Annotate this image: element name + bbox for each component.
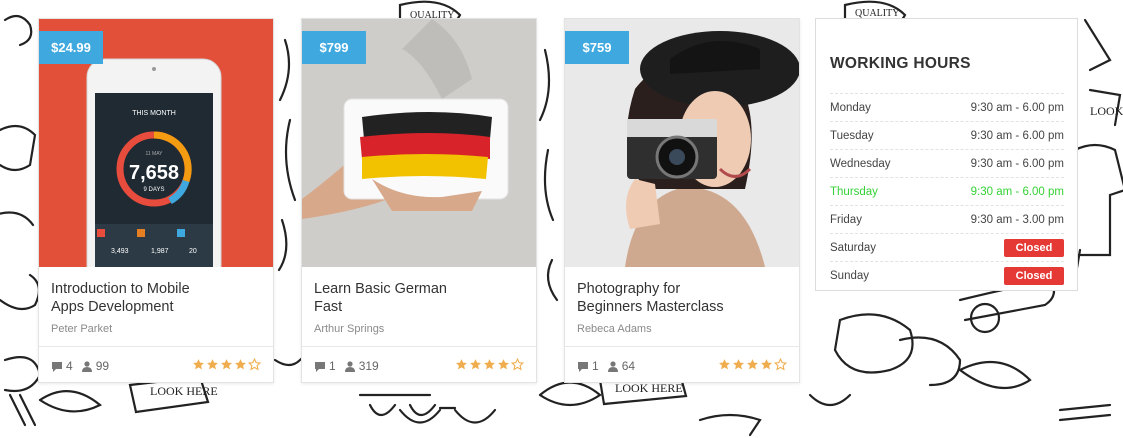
comment-icon — [52, 361, 62, 372]
hours-day: Friday — [830, 213, 862, 226]
course-title-line: Beginners Masterclass — [577, 299, 724, 315]
course-author[interactable]: Rebeca Adams — [577, 323, 652, 335]
students-count: 99 — [95, 359, 110, 373]
svg-text:7,658: 7,658 — [129, 162, 179, 184]
hours-day: Monday — [830, 101, 871, 114]
students-count: 319 — [358, 359, 379, 373]
hours-time: 9:30 am - 6.00 pm — [970, 157, 1064, 170]
comment-icon — [578, 361, 588, 372]
rating-stars — [718, 358, 787, 371]
course-title[interactable]: Learn Basic German Fast — [314, 280, 524, 316]
hours-row-saturday: Saturday Closed — [830, 233, 1064, 261]
hours-time: 9:30 am - 6.00 pm — [970, 129, 1064, 142]
course-title-line: Photography for — [577, 281, 681, 297]
students-stat: 319 — [344, 359, 379, 373]
comments-stat: 1 — [577, 359, 599, 373]
course-author[interactable]: Peter Parket — [51, 323, 112, 335]
card-divider — [565, 346, 799, 347]
hours-day: Thursday — [830, 185, 878, 198]
card-divider — [302, 346, 536, 347]
star-icon — [774, 358, 787, 371]
svg-text:LOOK HERE: LOOK HERE — [615, 381, 683, 395]
comments-count: 4 — [66, 359, 73, 373]
course-title[interactable]: Photography for Beginners Masterclass — [577, 280, 787, 316]
hours-time: 9:30 am - 6.00 pm — [970, 101, 1064, 114]
star-icon — [747, 359, 758, 370]
comment-icon — [315, 361, 325, 372]
working-hours-table: Monday 9:30 am - 6.00 pm Tuesday 9:30 am - … — [830, 93, 1064, 289]
course-stats: 1 319 — [314, 359, 379, 373]
rating-stars — [455, 358, 524, 371]
price-tag: $799 — [302, 31, 366, 64]
hours-row-tuesday: Tuesday 9:30 am - 6.00 pm — [830, 121, 1064, 149]
svg-text:LOOK HERE: LOOK HERE — [150, 384, 218, 398]
comments-stat: 4 — [51, 359, 73, 373]
hours-time: 9:30 am - 3.00 pm — [970, 213, 1064, 226]
course-title[interactable]: Introduction to Mobile Apps Development — [51, 280, 261, 316]
hours-day: Saturday — [830, 241, 877, 254]
star-icon — [221, 359, 232, 370]
course-title-line: Fast — [314, 299, 343, 315]
students-stat: 99 — [81, 359, 109, 373]
star-icon — [498, 359, 509, 370]
svg-text:LOOK: LOOK — [1090, 104, 1123, 118]
hours-row-monday: Monday 9:30 am - 6.00 pm — [830, 93, 1064, 121]
price-tag: $759 — [565, 31, 629, 64]
course-stats: 4 99 — [51, 359, 109, 373]
phone-header-text: THIS MONTH — [132, 110, 176, 117]
star-icon — [207, 359, 218, 370]
course-author[interactable]: Arthur Springs — [314, 323, 384, 335]
svg-text:11 MAY: 11 MAY — [145, 151, 163, 157]
hours-row-sunday: Sunday Closed — [830, 261, 1064, 289]
svg-text:9 DAYS: 9 DAYS — [144, 187, 165, 193]
star-icon — [511, 358, 524, 371]
closed-badge: Closed — [1004, 238, 1064, 257]
hours-row-thursday: Thursday 9:30 am - 6.00 pm — [830, 177, 1064, 205]
hours-row-friday: Friday 9:30 am - 3.00 pm — [830, 205, 1064, 233]
svg-text:3,493: 3,493 — [111, 248, 129, 255]
course-title-line: Apps Development — [51, 299, 174, 315]
working-hours-widget: WORKING HOURS Monday 9:30 am - 6.00 pm Tue… — [815, 18, 1078, 291]
star-icon — [733, 359, 744, 370]
comments-count: 1 — [329, 359, 336, 373]
star-icon — [484, 359, 495, 370]
hours-day: Sunday — [830, 269, 870, 282]
star-icon — [193, 359, 204, 370]
star-icon — [456, 359, 467, 370]
hours-day: Wednesday — [830, 157, 891, 170]
svg-text:1,987: 1,987 — [151, 248, 169, 255]
hours-day: Tuesday — [830, 129, 874, 142]
price-tag: $24.99 — [39, 31, 103, 64]
star-icon — [235, 359, 246, 370]
course-stats: 1 64 — [577, 359, 635, 373]
course-title-line: Learn Basic German — [314, 281, 447, 297]
course-card[interactable]: $799 Learn Basic German Fast Arthur Spri… — [301, 18, 537, 383]
svg-text:20: 20 — [189, 248, 197, 255]
rating-stars — [192, 358, 261, 371]
course-card[interactable]: $759 Photography for Beginners Mastercla… — [564, 18, 800, 383]
course-card[interactable]: THIS MONTH 11 MAY 7,658 9 DAYS 3,493 1,9… — [38, 18, 274, 383]
hours-time: 9:30 am - 6.00 pm — [970, 185, 1064, 198]
star-icon — [719, 359, 730, 370]
card-divider — [39, 346, 273, 347]
closed-badge: Closed — [1004, 266, 1064, 285]
students-stat: 64 — [607, 359, 635, 373]
comments-stat: 1 — [314, 359, 336, 373]
students-count: 64 — [621, 359, 636, 373]
star-icon — [248, 358, 261, 371]
hours-row-wednesday: Wednesday 9:30 am - 6.00 pm — [830, 149, 1064, 177]
working-hours-title: WORKING HOURS — [830, 55, 971, 72]
comments-count: 1 — [592, 359, 599, 373]
course-title-line: Introduction to Mobile — [51, 281, 190, 297]
users-icon — [81, 360, 92, 372]
users-icon — [607, 360, 618, 372]
star-icon — [470, 359, 481, 370]
star-icon — [761, 359, 772, 370]
users-icon — [344, 360, 355, 372]
